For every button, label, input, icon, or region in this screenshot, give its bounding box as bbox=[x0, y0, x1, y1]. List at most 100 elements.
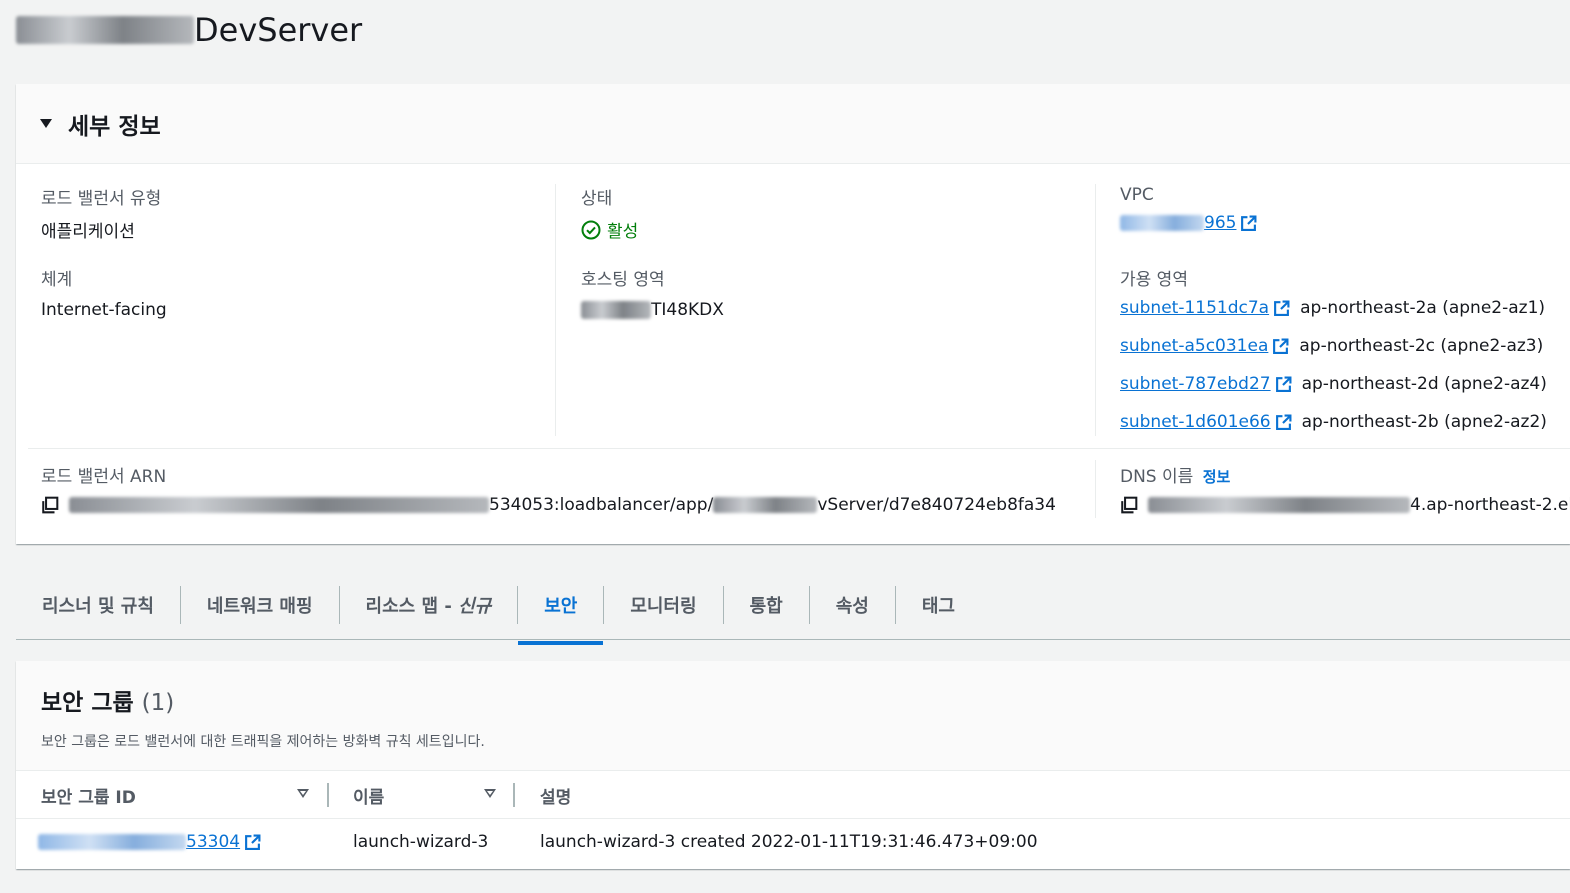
status-label: 상태 bbox=[581, 189, 613, 209]
tab-label: 보안 bbox=[544, 595, 578, 617]
check-circle-icon bbox=[581, 220, 601, 239]
tab-resource-map[interactable]: 리소스 맵 - 신규 bbox=[340, 585, 519, 624]
tab-label: 모니터링 bbox=[630, 595, 697, 617]
hosted-zone-value: TI48KDX bbox=[581, 300, 724, 320]
arn-field: 로드 밸런서 ARN 534053:loadbalancer/app/vServ… bbox=[41, 462, 1056, 515]
security-groups-description: 보안 그룹은 로드 밸런서에 대한 트래픽을 제어하는 방화벽 규칙 세트입니다… bbox=[41, 734, 485, 750]
arn-label: 로드 밸런서 ARN bbox=[41, 467, 167, 487]
column-header-description: 설명 bbox=[540, 788, 572, 808]
sg-description-cell: launch-wizard-3 created 2022-01-11T19:31… bbox=[540, 832, 1038, 852]
status-badge: 활성 bbox=[581, 217, 638, 242]
hosted-zone-suffix: TI48KDX bbox=[651, 300, 724, 320]
dns-value: 4.ap-northeast-2.elb bbox=[1120, 495, 1570, 515]
sg-id-cell[interactable]: 53304 bbox=[38, 832, 261, 852]
column-resizer[interactable] bbox=[513, 783, 515, 807]
tab-label: 태그 bbox=[921, 595, 955, 617]
lb-type-label: 로드 밸런서 유형 bbox=[41, 189, 162, 209]
availability-zone: ap-northeast-2a (apne2-az1) bbox=[1300, 298, 1546, 318]
tab-security[interactable]: 보안 bbox=[518, 586, 604, 645]
arn-end: vServer/d7e840724eb8fa34 bbox=[817, 495, 1056, 515]
availability-zone: ap-northeast-2c (apne2-az3) bbox=[1299, 336, 1544, 356]
external-link-icon[interactable] bbox=[1240, 215, 1257, 232]
redacted-arn bbox=[69, 497, 489, 513]
tab-label: 통합 bbox=[749, 595, 783, 617]
redacted-vpc bbox=[1120, 215, 1204, 231]
tab-tags[interactable]: 태그 bbox=[896, 586, 981, 624]
subnet-link[interactable]: subnet-1151dc7a bbox=[1120, 298, 1269, 318]
copy-icon[interactable] bbox=[1120, 496, 1138, 514]
tab-monitoring[interactable]: 모니터링 bbox=[603, 585, 724, 624]
subnet-link[interactable]: subnet-787ebd27 bbox=[1120, 374, 1271, 394]
tab-label: 리소스 맵 - bbox=[365, 595, 459, 617]
sg-title-text: 보안 그룹 bbox=[41, 690, 134, 716]
caret-down-icon[interactable] bbox=[40, 119, 52, 128]
availability-zone: ap-northeast-2b (apne2-az2) bbox=[1301, 412, 1547, 432]
dns-label-row: DNS 이름 정보 bbox=[1120, 462, 1570, 487]
status-value: 활성 bbox=[607, 222, 639, 242]
subnet-row: subnet-a5c031ea ap-northeast-2c (apne2-az… bbox=[1120, 334, 1547, 358]
lb-type-value: 애플리케이션 bbox=[41, 222, 135, 242]
details-header[interactable]: 세부 정보 bbox=[16, 84, 1570, 164]
redacted-sg-id bbox=[38, 834, 186, 850]
vpc-link[interactable]: 965 bbox=[1120, 213, 1257, 233]
tab-integrations[interactable]: 통합 bbox=[724, 585, 810, 624]
page-title-suffix: DevServer bbox=[194, 11, 363, 49]
subnet-link[interactable]: subnet-1d601e66 bbox=[1120, 412, 1271, 432]
tab-network-mapping[interactable]: 네트워크 매핑 bbox=[181, 585, 340, 624]
vpc-field: VPC 965 bbox=[1120, 185, 1257, 233]
column-header-sg-id[interactable]: 보안 그룹 ID bbox=[41, 783, 136, 808]
tab-bar: 리스너 및 규칙 네트워크 매핑 리소스 맵 - 신규 보안 모니터링 통합 속… bbox=[16, 570, 1570, 645]
subnet-list: subnet-1151dc7a ap-northeast-2a (apne2-az… bbox=[1120, 296, 1547, 434]
subnet-row: subnet-787ebd27 ap-northeast-2d (apne2-az… bbox=[1120, 372, 1547, 396]
copy-icon[interactable] bbox=[41, 496, 59, 514]
external-link-icon[interactable] bbox=[1275, 376, 1292, 393]
redacted-dns bbox=[1148, 497, 1410, 513]
external-link-icon[interactable] bbox=[1272, 338, 1289, 355]
scheme-value: Internet-facing bbox=[41, 300, 167, 320]
tab-label: 속성 bbox=[835, 595, 869, 617]
redacted-arn-name bbox=[713, 497, 818, 513]
subnet-link[interactable]: subnet-a5c031ea bbox=[1120, 336, 1268, 356]
security-groups-header: 보안 그룹 (1) 보안 그룹은 로드 밸런서에 대한 트래픽을 제어하는 방화… bbox=[16, 661, 1570, 771]
sort-icon[interactable] bbox=[484, 789, 496, 798]
tab-new-badge: 신규 bbox=[458, 595, 492, 617]
column-resizer[interactable] bbox=[327, 783, 329, 807]
tab-label: 네트워크 매핑 bbox=[206, 595, 313, 617]
availability-zone: ap-northeast-2d (apne2-az4) bbox=[1301, 374, 1547, 394]
hosted-zone-label: 호스팅 영역 bbox=[581, 270, 665, 290]
arn-mid: 534053:loadbalancer/app/ bbox=[489, 495, 714, 515]
security-groups-title: 보안 그룹 (1) bbox=[41, 683, 1570, 717]
column-header-name[interactable]: 이름 bbox=[353, 783, 384, 808]
vpc-id-link[interactable]: 965 bbox=[1204, 213, 1236, 233]
arn-value: 534053:loadbalancer/app/vServer/d7e84072… bbox=[41, 495, 1056, 515]
az-field: 가용 영역 subnet-1151dc7a ap-northeast-2a (ap… bbox=[1120, 265, 1547, 448]
az-label: 가용 영역 bbox=[1120, 270, 1188, 290]
dns-field: DNS 이름 정보 4.ap-northeast-2.elb bbox=[1120, 462, 1570, 515]
subnet-row: subnet-1d601e66 ap-northeast-2b (apne2-az… bbox=[1120, 410, 1547, 434]
external-link-icon[interactable] bbox=[1275, 414, 1292, 431]
details-panel: 세부 정보 로드 밸런서 유형 애플리케이션 체계 Internet-facin… bbox=[16, 84, 1570, 544]
subnet-row: subnet-1151dc7a ap-northeast-2a (apne2-az… bbox=[1120, 296, 1547, 320]
table-header: 보안 그룹 ID 이름 설명 bbox=[16, 771, 1570, 819]
sg-id-link[interactable]: 53304 bbox=[186, 832, 240, 852]
table-row: 53304 launch-wizard-3 launch-wizard-3 cr… bbox=[16, 819, 1570, 869]
tab-attributes[interactable]: 속성 bbox=[810, 585, 896, 624]
details-title: 세부 정보 bbox=[68, 113, 161, 140]
status-field: 상태 활성 bbox=[581, 184, 638, 242]
dns-label: DNS 이름 bbox=[1120, 467, 1194, 487]
external-link-icon[interactable] bbox=[244, 834, 261, 851]
dns-info-link[interactable]: 정보 bbox=[1203, 468, 1231, 486]
vpc-label: VPC bbox=[1120, 185, 1154, 205]
sort-icon[interactable] bbox=[297, 789, 309, 798]
column-divider bbox=[1095, 184, 1096, 436]
dns-suffix: 4.ap-northeast-2.elb bbox=[1410, 495, 1570, 515]
lb-type-field: 로드 밸런서 유형 애플리케이션 bbox=[41, 184, 161, 242]
external-link-icon[interactable] bbox=[1273, 300, 1290, 317]
tab-label: 리스너 및 규칙 bbox=[42, 595, 154, 617]
sg-count: (1) bbox=[141, 690, 175, 716]
column-divider bbox=[555, 184, 556, 436]
redacted-zone bbox=[581, 301, 651, 319]
hosted-zone-field: 호스팅 영역 TI48KDX bbox=[581, 265, 724, 320]
sg-name-cell: launch-wizard-3 bbox=[353, 832, 489, 852]
tab-listeners[interactable]: 리스너 및 규칙 bbox=[16, 585, 181, 624]
